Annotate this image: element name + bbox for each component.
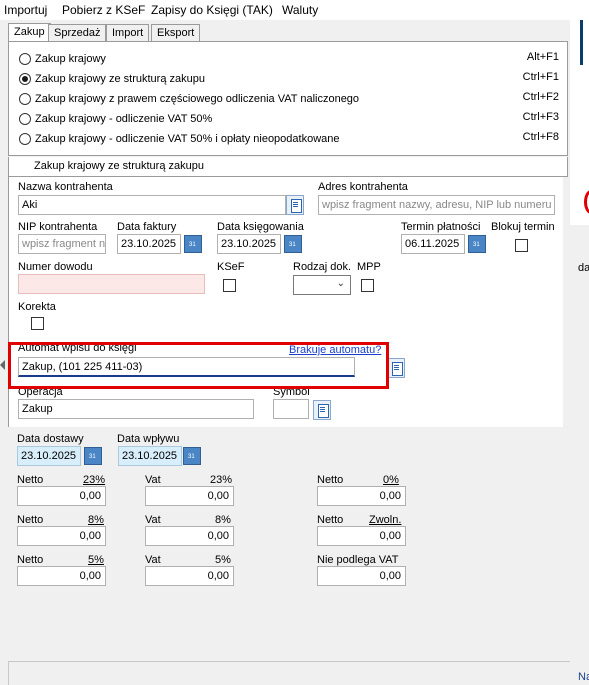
option-zakup-vat50[interactable]: Zakup krajowy - odliczenie VAT 50% Ctrl+… (19, 111, 559, 129)
vat-rate-5-label: 5% (215, 554, 231, 566)
radio-icon[interactable] (19, 53, 31, 65)
symbol-picker-icon[interactable] (313, 400, 331, 420)
netto-5-input[interactable]: 0,00 (17, 566, 106, 586)
numer-dowodu-label: Numer dowodu (18, 261, 93, 273)
tab-sprzedaz[interactable]: Sprzedaż (48, 24, 107, 42)
symbol-input[interactable] (273, 399, 309, 419)
right-panel-link[interactable]: Na (578, 671, 589, 683)
chevron-down-icon: ⌄ (336, 278, 345, 289)
ksef-checkbox[interactable] (223, 279, 236, 292)
option-zakup-czesciowe[interactable]: Zakup krajowy z prawem częściowego odlic… (19, 91, 559, 109)
netto-zw-input[interactable]: 0,00 (317, 526, 406, 546)
vat-rate-8-label: 8% (215, 514, 231, 526)
menu-pobierz-ksef[interactable]: Pobierz z KSeF (62, 3, 145, 17)
nie-podlega-input[interactable]: 0,00 (317, 566, 406, 586)
termin-platnosci-input[interactable]: 06.11.2025 (401, 234, 465, 254)
nazwa-kontrahenta-input[interactable]: Aki (18, 195, 286, 215)
numer-dowodu-input[interactable] (18, 274, 205, 294)
vat-amounts-section: Data dostawy 23.10.2025 Data wpływu 23.1… (8, 427, 563, 659)
radio-icon[interactable] (19, 93, 31, 105)
data-faktury-label: Data faktury (117, 221, 177, 233)
status-ring-icon (584, 190, 589, 214)
adres-input[interactable]: wpisz fragment nazwy, adresu, NIP lub nu… (318, 195, 555, 215)
invoice-form: Nazwa kontrahenta Aki Adres kontrahenta … (8, 177, 563, 427)
rate-8-label: 8% (88, 514, 104, 526)
netto-23-label: Netto (17, 474, 44, 486)
data-wplywu-input[interactable]: 23.10.2025 (118, 446, 182, 466)
data-dostawy-label: Data dostawy (17, 433, 84, 445)
nie-podlega-label: Nie podlega VAT (317, 554, 399, 566)
calendar-icon[interactable] (468, 235, 486, 253)
korekta-label: Korekta (18, 301, 56, 313)
rodzaj-label: Rodzaj dok. (293, 261, 352, 273)
menu-bar: Importuj Pobierz z KSeF Zapisy do Księgi… (0, 0, 570, 20)
automat-picker-icon[interactable] (387, 358, 405, 378)
menu-waluty[interactable]: Waluty (282, 3, 318, 17)
mpp-label: MPP (357, 261, 381, 273)
option-zakup-vat50-oplaty[interactable]: Zakup krajowy - odliczenie VAT 50% i opł… (19, 131, 559, 149)
netto-8-label: Netto (17, 514, 44, 526)
data-wplywu-label: Data wpływu (117, 433, 180, 445)
data-dostawy-input[interactable]: 23.10.2025 (17, 446, 81, 466)
netto-23-input[interactable]: 0,00 (17, 486, 106, 506)
data-faktury-input[interactable]: 23.10.2025 (117, 234, 181, 254)
right-panel-accent (580, 20, 583, 65)
netto-0-label: Netto (317, 474, 344, 486)
contractor-picker-icon[interactable] (286, 195, 304, 215)
blokuj-label: Blokuj termin (491, 221, 555, 233)
rate-0-label: 0% (383, 474, 399, 486)
data-ksiegowania-label: Data księgowania (217, 221, 304, 233)
ksef-label: KSeF (217, 261, 245, 273)
nip-label: NIP kontrahenta (18, 221, 98, 233)
korekta-checkbox[interactable] (31, 317, 44, 330)
operacja-input[interactable]: Zakup (18, 399, 254, 419)
status-bar (8, 661, 570, 685)
form-subtitle: Zakup krajowy ze strukturą zakupu (8, 157, 568, 177)
radio-selected-icon[interactable] (19, 73, 31, 85)
right-panel-gray (570, 225, 589, 685)
vat-5-input[interactable]: 0,00 (145, 566, 234, 586)
calendar-icon[interactable] (84, 447, 102, 465)
radio-icon[interactable] (19, 133, 31, 145)
menu-zapisy[interactable]: Zapisy do Księgi (TAK) (151, 3, 273, 17)
vat-23-input[interactable]: 0,00 (145, 486, 234, 506)
vat-rate-23-label: 23% (210, 474, 233, 486)
nip-input[interactable]: wpisz fragment n (18, 234, 106, 254)
nazwa-label: Nazwa kontrahenta (18, 181, 113, 193)
menu-importuj[interactable]: Importuj (4, 3, 47, 17)
rate-5-label: 5% (88, 554, 104, 566)
tab-import[interactable]: Import (106, 24, 150, 42)
vat-5-label: Vat (145, 554, 161, 566)
mpp-checkbox[interactable] (361, 279, 374, 292)
calendar-icon[interactable] (284, 235, 302, 253)
rate-23-label: 23% (83, 474, 106, 486)
purchase-type-options: Zakup krajowy Alt+F1 Zakup krajowy ze st… (8, 41, 568, 156)
rate-zwoln-label: Zwoln. (369, 514, 402, 526)
blokuj-termin-checkbox[interactable] (515, 239, 528, 252)
tab-zakup[interactable]: Zakup (8, 23, 51, 43)
termin-label: Termin płatności (401, 221, 481, 233)
data-ksiegowania-input[interactable]: 23.10.2025 (217, 234, 281, 254)
netto-zw-label: Netto (317, 514, 344, 526)
option-zakup-krajowy[interactable]: Zakup krajowy Alt+F1 (19, 51, 559, 69)
collapse-arrow-icon[interactable] (0, 360, 5, 370)
netto-0-input[interactable]: 0,00 (317, 486, 406, 506)
highlight-box (8, 342, 389, 389)
radio-icon[interactable] (19, 113, 31, 125)
option-zakup-ze-struktura[interactable]: Zakup krajowy ze strukturą zakupu Ctrl+F… (19, 71, 559, 89)
calendar-icon[interactable] (183, 447, 201, 465)
vat-8-label: Vat (145, 514, 161, 526)
right-panel-edge: da Na (570, 0, 589, 685)
vat-23-label: Vat (145, 474, 161, 486)
rodzaj-dok-select[interactable]: ⌄ (293, 275, 351, 295)
right-panel-text: da (578, 262, 589, 274)
calendar-icon[interactable] (184, 235, 202, 253)
netto-5-label: Netto (17, 554, 44, 566)
tab-eksport[interactable]: Eksport (151, 24, 201, 42)
netto-8-input[interactable]: 0,00 (17, 526, 106, 546)
vat-8-input[interactable]: 0,00 (145, 526, 234, 546)
adres-label: Adres kontrahenta (318, 181, 408, 193)
